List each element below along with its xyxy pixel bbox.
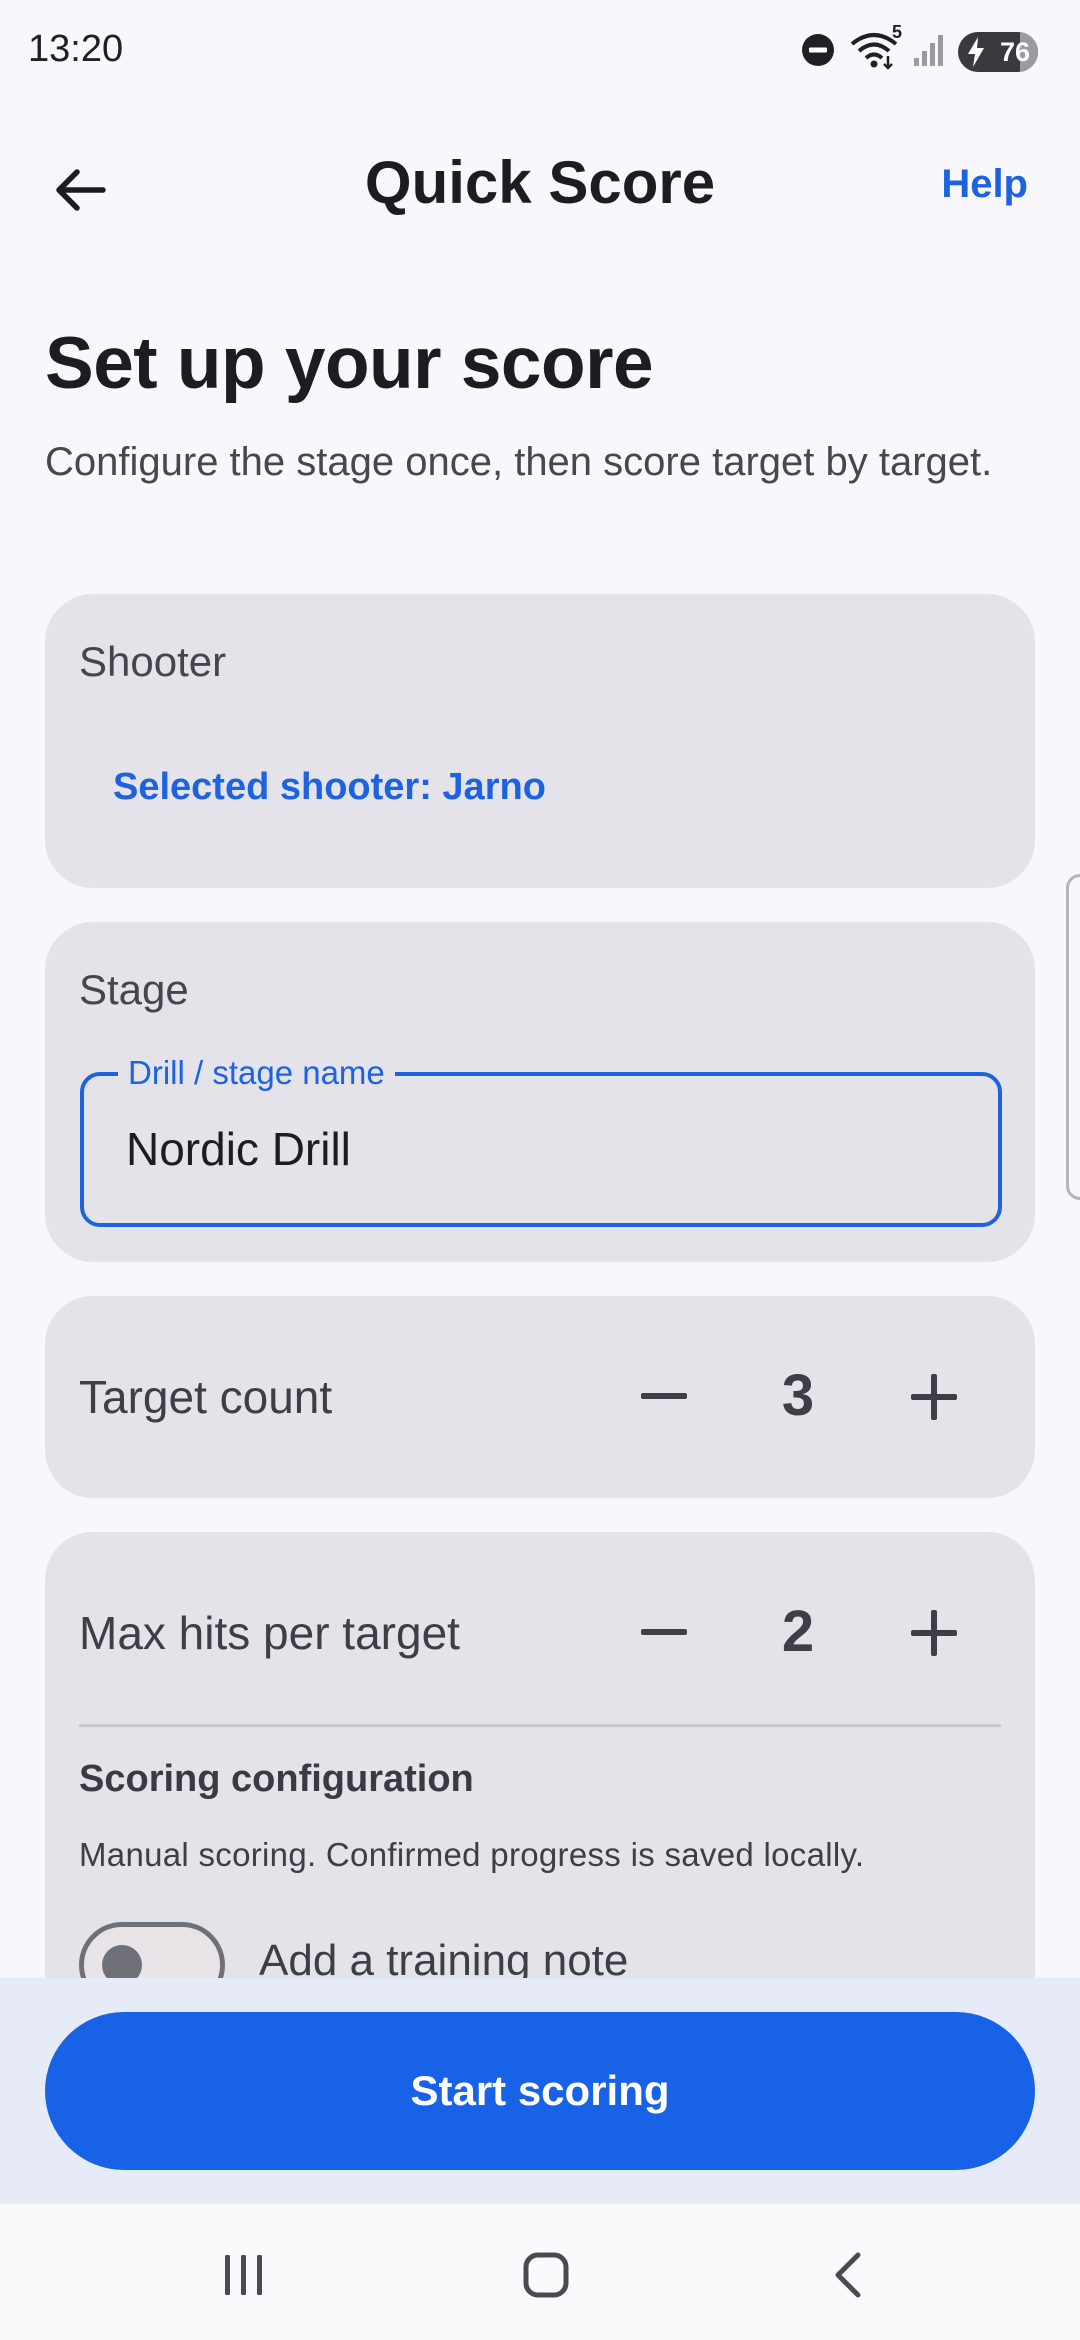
system-back-button[interactable] — [808, 2240, 888, 2310]
quick-score-screen: 13:20 5 76 Quick Score Help Set up your … — [0, 0, 1080, 2340]
plus-icon — [911, 1374, 957, 1420]
battery-charging-icon: 76 — [958, 32, 1038, 72]
help-link[interactable]: Help — [941, 162, 1028, 207]
home-icon — [523, 2252, 569, 2298]
stage-name-field[interactable]: Drill / stage name Nordic Drill — [80, 1054, 1002, 1227]
stage-name-input[interactable]: Nordic Drill — [126, 1122, 351, 1176]
do-not-disturb-icon — [800, 32, 836, 73]
target-count-value: 3 — [781, 1363, 815, 1428]
max-hits-card: Max hits per target 2 Scoring configurat… — [45, 1532, 1035, 2032]
selected-shooter-link[interactable]: Selected shooter: Jarno — [113, 766, 546, 809]
scoring-configuration-description: Manual scoring. Confirmed progress is sa… — [79, 1836, 865, 1873]
status-bar: 13:20 5 76 — [0, 0, 1080, 100]
divider — [79, 1724, 1001, 1727]
scoring-configuration-title: Scoring configuration — [79, 1758, 474, 1800]
scrollbar-handle[interactable] — [1066, 874, 1080, 1200]
max-hits-increment-button[interactable] — [889, 1588, 979, 1678]
bottom-action-bar: Start scoring — [0, 1978, 1080, 2204]
status-time: 13:20 — [28, 28, 124, 70]
plus-icon — [911, 1610, 957, 1656]
stage-card: Stage Drill / stage name Nordic Drill — [45, 922, 1035, 1262]
top-app-bar: Quick Score Help — [0, 100, 1080, 270]
home-button[interactable] — [506, 2240, 586, 2310]
battery-level: 76 — [999, 36, 1030, 67]
app-title: Quick Score — [364, 149, 716, 216]
start-scoring-button[interactable]: Start scoring — [45, 2012, 1035, 2170]
page-subtitle: Configure the stage once, then score tar… — [45, 440, 993, 484]
target-count-card: Target count 3 — [45, 1296, 1035, 1498]
shooter-section-title: Shooter — [79, 638, 227, 685]
target-count-decrement-button[interactable] — [619, 1352, 709, 1442]
system-navigation-bar — [0, 2204, 1080, 2340]
target-count-label: Target count — [79, 1371, 333, 1423]
recent-apps-button[interactable] — [204, 2240, 284, 2310]
max-hits-label: Max hits per target — [79, 1607, 460, 1659]
max-hits-value: 2 — [781, 1599, 815, 1664]
page-heading: Set up your score — [45, 323, 654, 404]
wifi-badge: 5 — [891, 21, 902, 42]
recent-apps-icon — [225, 2255, 262, 2295]
target-count-increment-button[interactable] — [889, 1352, 979, 1442]
max-hits-decrement-button[interactable] — [619, 1588, 709, 1678]
bolt-icon — [968, 37, 984, 67]
wifi-icon: 5 — [848, 22, 902, 75]
minus-icon — [641, 1629, 687, 1635]
stage-section-title: Stage — [79, 966, 189, 1013]
chevron-left-icon — [835, 2252, 861, 2298]
status-icons: 5 76 — [800, 22, 1038, 75]
stage-name-field-label: Drill / stage name — [118, 1054, 395, 1092]
minus-icon — [641, 1393, 687, 1399]
signal-icon — [912, 32, 946, 73]
shooter-card: Shooter Selected shooter: Jarno — [45, 594, 1035, 888]
